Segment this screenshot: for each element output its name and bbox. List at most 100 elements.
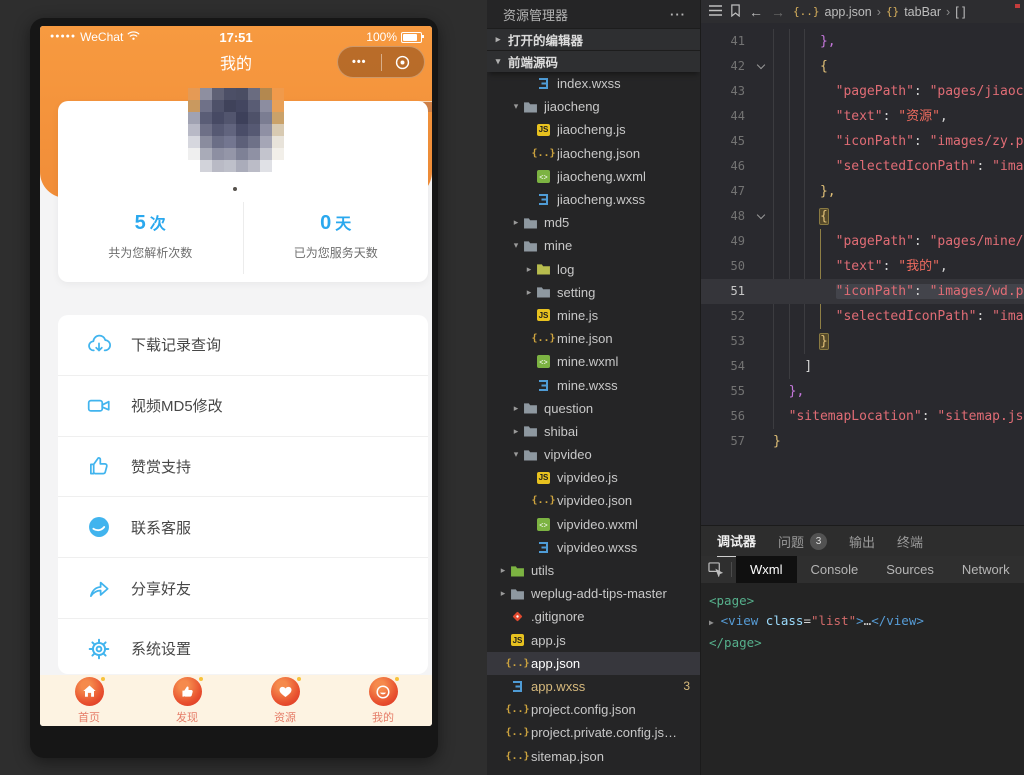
nav-forward-icon[interactable]: → [771,4,785,20]
fold-gutter [753,179,769,204]
fold-chevron-icon[interactable] [753,54,769,79]
tree-item-vipvideo.js[interactable]: JSvipvideo.js [487,466,700,489]
code-text: }, [769,179,1024,204]
tabbar-item-我的[interactable]: 我的 [334,675,432,726]
section-open-editors[interactable]: ▸ 打开的编辑器 [487,28,700,50]
code-line-42[interactable]: 42 { [701,54,1024,79]
tree-item-index.wxss[interactable]: index.wxss [487,72,700,95]
avatar[interactable] [188,88,284,172]
tree-item-app.json[interactable]: {..}app.json [487,652,700,675]
code-line-50[interactable]: 50 "text": "我的", [701,254,1024,279]
tree-item-mine.wxml[interactable]: <>mine.wxml [487,350,700,373]
js-icon: JS [509,632,526,648]
tree-item-app.js[interactable]: JSapp.js [487,629,700,652]
chat-service-icon [85,514,112,541]
devtools-tab-Network[interactable]: Network [948,556,1024,583]
exit-minibar-icon[interactable] [382,54,425,71]
code-text: }, [769,29,1024,54]
tree-item-mine.js[interactable]: JSmine.js [487,304,700,327]
tree-item-jiaocheng.js[interactable]: JSjiaocheng.js [487,118,700,141]
line-number: 50 [701,254,753,279]
code-line-41[interactable]: 41 }, [701,29,1024,54]
tree-item-mine.json[interactable]: {..}mine.json [487,327,700,350]
tabbar-item-资源[interactable]: 资源 [236,675,334,726]
tree-item-project.private.config.js…[interactable]: {..}project.private.config.js… [487,721,700,744]
devtools-tab-Sources[interactable]: Sources [872,556,948,583]
tree-item-mine.wxss[interactable]: mine.wxss [487,373,700,396]
tabbar-item-首页[interactable]: 首页 [40,675,138,726]
code-line-47[interactable]: 47 }, [701,179,1024,204]
tree-item-jiaocheng.wxss[interactable]: jiaocheng.wxss [487,188,700,211]
chevron-right-icon: ▸ [497,565,509,576]
editor-top-bar: ← → {..} app.json › {} tabBar › [ ] [701,0,1024,23]
expand-caret-icon[interactable]: ▶ [709,618,719,627]
fold-gutter [753,354,769,379]
tree-item-app.wxss[interactable]: app.wxss3 [487,675,700,698]
debugger-tab-终端[interactable]: 终端 [897,526,923,556]
tree-item-utils[interactable]: ▸utils [487,559,700,582]
debugger-tab-问题[interactable]: 问题3 [778,526,827,556]
tree-item-jiaocheng.wxml[interactable]: <>jiaocheng.wxml [487,165,700,188]
tree-item-.gitignore[interactable]: .gitignore [487,605,700,628]
tree-item-question[interactable]: ▸question [487,397,700,420]
tree-item-md5[interactable]: ▸md5 [487,211,700,234]
devtools-tab-Wxml[interactable]: Wxml [736,556,797,583]
chevron-right-icon: ▸ [510,403,522,414]
more-options-icon[interactable]: ••• [338,56,381,68]
section-frontend-source[interactable]: ▾ 前端源码 [487,50,700,72]
menu-item-2[interactable]: 视频MD5修改 [58,376,428,437]
menu-item-3[interactable]: 赞赏支持 [58,437,428,498]
tree-item-vipvideo.wxss[interactable]: vipvideo.wxss [487,536,700,559]
code-line-44[interactable]: 44 "text": "资源", [701,104,1024,129]
tree-item-log[interactable]: ▸log [487,258,700,281]
menu-item-5[interactable]: 分享好友 [58,558,428,619]
tree-item-setting[interactable]: ▸setting [487,281,700,304]
tree-item-project.config.json[interactable]: {..}project.config.json [487,698,700,721]
tree-item-vipvideo[interactable]: ▾vipvideo [487,443,700,466]
devtools-tab-Console[interactable]: Console [797,556,873,583]
tree-item-vipvideo.json[interactable]: {..}vipvideo.json [487,489,700,512]
code-line-49[interactable]: 49 "pagePath": "pages/mine/mine", [701,229,1024,254]
breadcrumb[interactable]: {..} app.json › {} tabBar › [ ] [793,5,966,19]
code-line-45[interactable]: 45 "iconPath": "images/zy.png", [701,129,1024,154]
code-line-52[interactable]: 52 "selectedIconPath": "images/wd2.png" [701,304,1024,329]
code-line-43[interactable]: 43 "pagePath": "pages/jiaocheng/jiaochen… [701,79,1024,104]
menu-item-1[interactable]: 下载记录查询 [58,315,428,376]
tree-item-weplug-add-tips-master[interactable]: ▸weplug-add-tips-master [487,582,700,605]
inspect-element-icon[interactable] [701,562,731,577]
menu-item-4[interactable]: 联系客服 [58,497,428,558]
tree-item-shibai[interactable]: ▸shibai [487,420,700,443]
tree-item-vipvideo.wxml[interactable]: <>vipvideo.wxml [487,513,700,536]
tree-item-jiaocheng[interactable]: ▾jiaocheng [487,95,700,118]
code-line-53[interactable]: 53 } [701,329,1024,354]
debugger-tab-输出[interactable]: 输出 [849,526,875,556]
code-text: "iconPath": "images/zy.png", [769,129,1024,154]
code-area[interactable]: 41 },42 {43 "pagePath": "pages/jiaocheng… [701,23,1024,454]
menu-icon[interactable] [709,4,722,19]
code-line-46[interactable]: 46 "selectedIconPath": "images/zy2.png" [701,154,1024,179]
debugger-tab-调试器[interactable]: 调试器 [717,526,756,557]
code-line-48[interactable]: 48 { [701,204,1024,229]
code-line-56[interactable]: 56 "sitemapLocation": "sitemap.json" [701,404,1024,429]
thumb-icon [173,677,202,706]
code-line-57[interactable]: 57} [701,429,1024,454]
code-line-51[interactable]: 51 "iconPath": "images/wd.png", [701,279,1024,304]
nav-back-icon[interactable]: ← [749,4,763,20]
tree-item-sitemap.json[interactable]: {..}sitemap.json [487,744,700,767]
wxml-node-1[interactable]: ▶ <view class="list">…</view> [709,611,1024,633]
tree-item-mine[interactable]: ▾mine [487,234,700,257]
js-icon: JS [535,470,552,486]
wxml-node-2[interactable]: </page> [709,633,1024,653]
bookmark-icon[interactable] [730,4,741,20]
fold-chevron-icon[interactable] [753,204,769,229]
code-line-55[interactable]: 55 }, [701,379,1024,404]
wxml-icon: <> [535,516,552,532]
tree-item-jiaocheng.json[interactable]: {..}jiaocheng.json [487,142,700,165]
fold-gutter [753,229,769,254]
code-line-54[interactable]: 54 ] [701,354,1024,379]
menu-item-6[interactable]: 系统设置 [58,619,428,674]
fold-gutter [753,429,769,454]
wxml-node-0[interactable]: <page> [709,591,1024,611]
explorer-more-icon[interactable]: ··· [670,7,686,22]
tabbar-item-发现[interactable]: 发现 [138,675,236,726]
